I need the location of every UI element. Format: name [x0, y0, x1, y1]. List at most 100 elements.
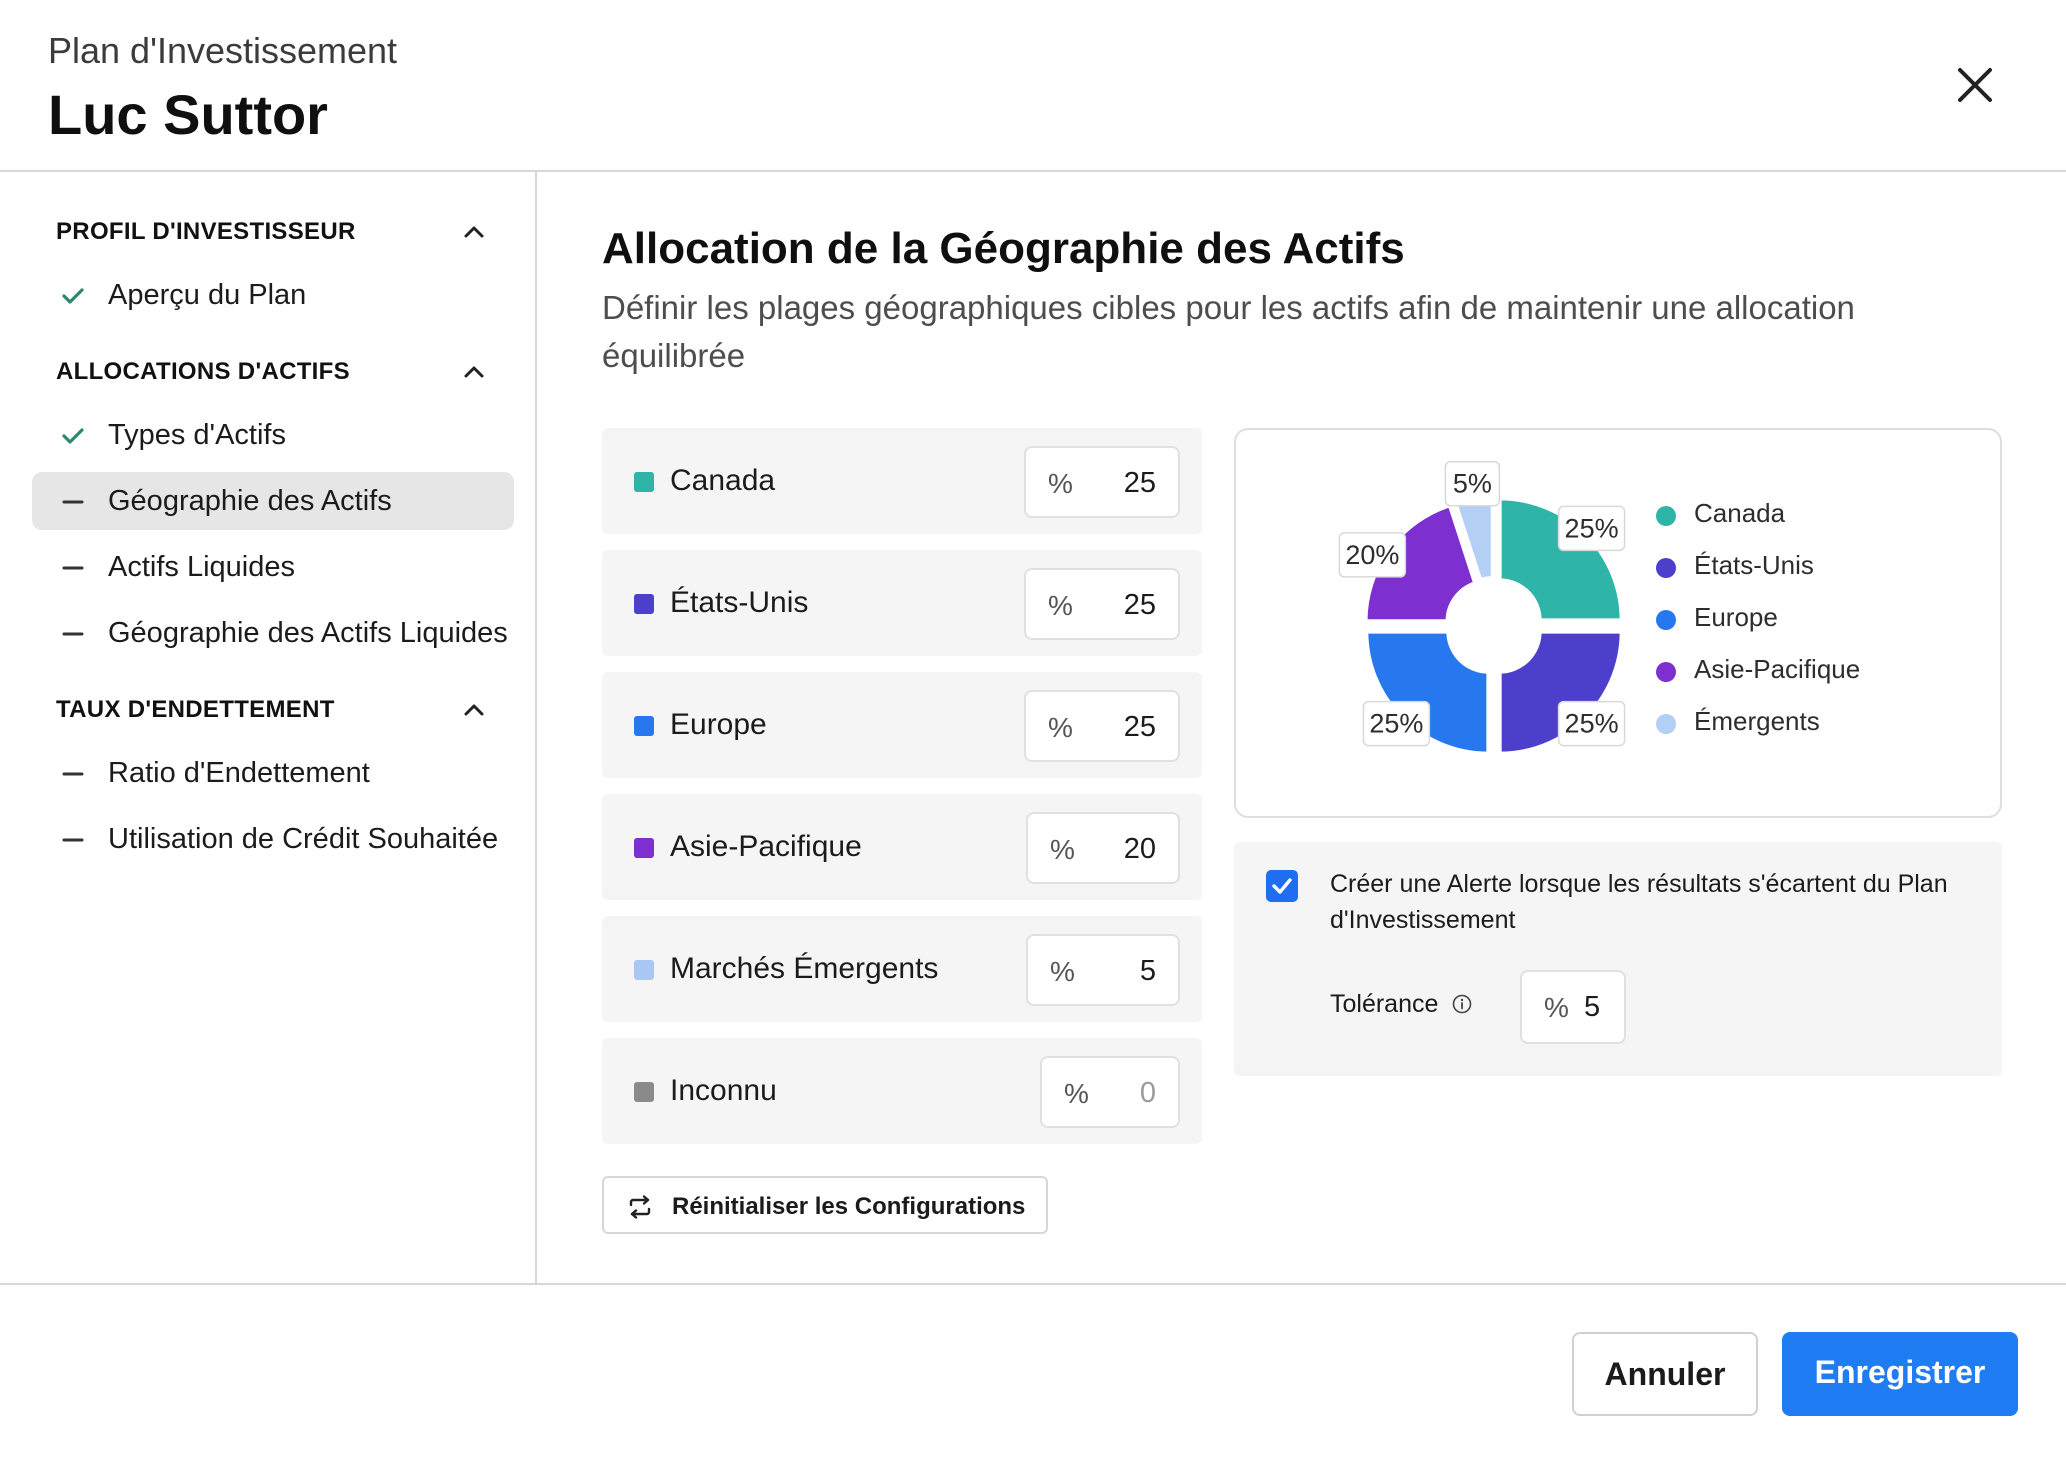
sidebar-item-types-actifs[interactable]: Types d'Actifs: [32, 406, 514, 464]
sidebar-item-label: Utilisation de Crédit Souhaitée: [108, 823, 499, 855]
color-swatch: [634, 594, 654, 614]
chevron-up-icon[interactable]: [460, 358, 488, 386]
sidebar-item-label: Types d'Actifs: [108, 419, 286, 451]
allocation-chart-card: 25% 25% 25% 20% 5% Canada États-Unis Europe …: [1234, 428, 2002, 818]
percent-unit: %: [1064, 1078, 1089, 1109]
check-icon: [62, 428, 84, 444]
dash-icon: [62, 632, 84, 636]
legend-dot: [1656, 662, 1676, 682]
allocation-value: 25: [1123, 589, 1156, 621]
info-icon[interactable]: [1452, 994, 1472, 1014]
sidebar-item-label: Aperçu du Plan: [108, 279, 307, 311]
reset-label: Réinitialiser les Configurations: [672, 1193, 1026, 1220]
allocation-row-europe: Europe % 25: [602, 672, 1202, 778]
allocation-input-europe[interactable]: % 25: [1024, 690, 1180, 762]
sidebar-item-actifs-liquides[interactable]: Actifs Liquides: [32, 538, 514, 596]
allocation-label: Canada: [670, 464, 776, 497]
allocation-input-marches-emergents[interactable]: % 5: [1026, 934, 1180, 1006]
data-label-asie-pacifique: 20%: [1338, 532, 1407, 578]
allocation-input-asie-pacifique[interactable]: % 20: [1026, 812, 1180, 884]
data-label-text: 25%: [1565, 513, 1619, 543]
allocation-label: Asie-Pacifique: [670, 830, 862, 863]
legend-dot: [1656, 714, 1676, 734]
allocation-input-inconnu[interactable]: % 0: [1040, 1056, 1180, 1128]
alert-settings-card: Créer une Alerte lorsque les résultats s…: [1234, 842, 2002, 1076]
color-swatch: [634, 472, 654, 492]
allocation-label: Europe: [670, 708, 767, 741]
section-title: PROFIL D'INVESTISSEUR: [56, 218, 356, 245]
donut-chart: 25% 25% 25% 20% 5%: [1338, 460, 1626, 756]
section-title: TAUX D'ENDETTEMENT: [56, 696, 335, 723]
sidebar-item-utilisation-credit[interactable]: Utilisation de Crédit Souhaitée: [32, 810, 514, 868]
legend-label: Asie-Pacifique: [1694, 654, 1861, 684]
section-title: ALLOCATIONS D'ACTIFS: [56, 358, 350, 385]
data-label-europe: 25%: [1362, 700, 1431, 747]
section-allocations-actifs[interactable]: ALLOCATIONS D'ACTIFS: [56, 352, 496, 392]
sidebar-item-label: Actifs Liquides: [108, 551, 295, 583]
footer-divider: [0, 1283, 2066, 1285]
data-label-emergents: 5%: [1444, 460, 1501, 507]
checkmark-icon: [1272, 878, 1292, 894]
close-icon: [1958, 68, 1992, 102]
section-profil-investisseur[interactable]: PROFIL D'INVESTISSEUR: [56, 212, 496, 252]
sidebar-nav: PROFIL D'INVESTISSEUR Aperçu du Plan ALL…: [0, 172, 537, 1285]
allocation-row-asie-pacifique: Asie-Pacifique % 20: [602, 794, 1202, 900]
allocation-value: 5: [1139, 955, 1156, 987]
percent-unit: %: [1048, 590, 1073, 621]
percent-unit: %: [1050, 834, 1075, 865]
sidebar-item-label: Géographie des Actifs: [108, 485, 392, 517]
allocation-value: 25: [1123, 467, 1156, 499]
tolerance-value: 5: [1584, 991, 1601, 1023]
color-swatch: [634, 716, 654, 736]
sidebar-item-apercu-du-plan[interactable]: Aperçu du Plan: [32, 266, 514, 324]
tolerance-input[interactable]: % 5: [1520, 970, 1626, 1044]
color-swatch: [634, 960, 654, 980]
check-icon: [62, 288, 84, 304]
legend-label: Europe: [1694, 602, 1778, 632]
sidebar-item-label: Ratio d'Endettement: [108, 757, 370, 789]
chevron-up-icon[interactable]: [460, 696, 488, 724]
dash-icon: [62, 838, 84, 842]
allocation-row-canada: Canada % 25: [602, 428, 1202, 534]
section-taux-endettement[interactable]: TAUX D'ENDETTEMENT: [56, 690, 496, 730]
percent-unit: %: [1048, 468, 1073, 499]
reset-configurations-button[interactable]: Réinitialiser les Configurations: [602, 1176, 1048, 1234]
dash-icon: [62, 500, 84, 504]
alert-description: Créer une Alerte lorsque les résultats s…: [1330, 870, 1948, 934]
allocation-input-canada[interactable]: % 25: [1024, 446, 1180, 518]
legend-dot: [1656, 506, 1676, 526]
allocation-label: États-Unis: [670, 586, 809, 619]
modal-header: Plan d'Investissement Luc Suttor: [0, 0, 2066, 172]
data-label-text: 25%: [1565, 709, 1619, 739]
client-name: Luc Suttor: [48, 83, 328, 146]
page-title: Allocation de la Géographie des Actifs: [602, 224, 1405, 273]
data-label-canada: 25%: [1557, 505, 1626, 552]
cancel-label: Annuler: [1604, 1356, 1726, 1392]
percent-unit: %: [1050, 956, 1075, 987]
sidebar-item-ratio-endettement[interactable]: Ratio d'Endettement: [32, 744, 514, 802]
color-swatch: [634, 838, 654, 858]
cancel-button[interactable]: Annuler: [1572, 1332, 1758, 1416]
percent-unit: %: [1544, 992, 1569, 1023]
save-button[interactable]: Enregistrer: [1782, 1332, 2018, 1416]
allocation-row-etats-unis: États-Unis % 25: [602, 550, 1202, 656]
allocation-label: Marchés Émergents: [670, 952, 939, 985]
alert-checkbox[interactable]: [1266, 870, 1298, 902]
chevron-up-icon[interactable]: [460, 218, 488, 246]
allocation-value: 20: [1123, 833, 1156, 865]
close-button[interactable]: [1950, 60, 2000, 110]
sidebar-item-geographie-actifs-liquides[interactable]: Géographie des Actifs Liquides: [32, 604, 514, 662]
allocation-label: Inconnu: [670, 1074, 777, 1107]
sidebar-item-geographie-actifs[interactable]: Géographie des Actifs: [32, 472, 514, 530]
allocation-input-etats-unis[interactable]: % 25: [1024, 568, 1180, 640]
legend-label: Émergents: [1694, 706, 1820, 736]
repeat-icon: [629, 1195, 651, 1219]
data-label-etats-unis: 25%: [1557, 700, 1626, 747]
legend-label: Canada: [1694, 498, 1786, 528]
color-swatch: [634, 1082, 654, 1102]
dash-icon: [62, 772, 84, 776]
legend-label: États-Unis: [1694, 550, 1814, 580]
allocation-value: 0: [1139, 1077, 1156, 1109]
legend-dot: [1656, 610, 1676, 630]
modal-subtitle: Plan d'Investissement: [48, 30, 398, 71]
